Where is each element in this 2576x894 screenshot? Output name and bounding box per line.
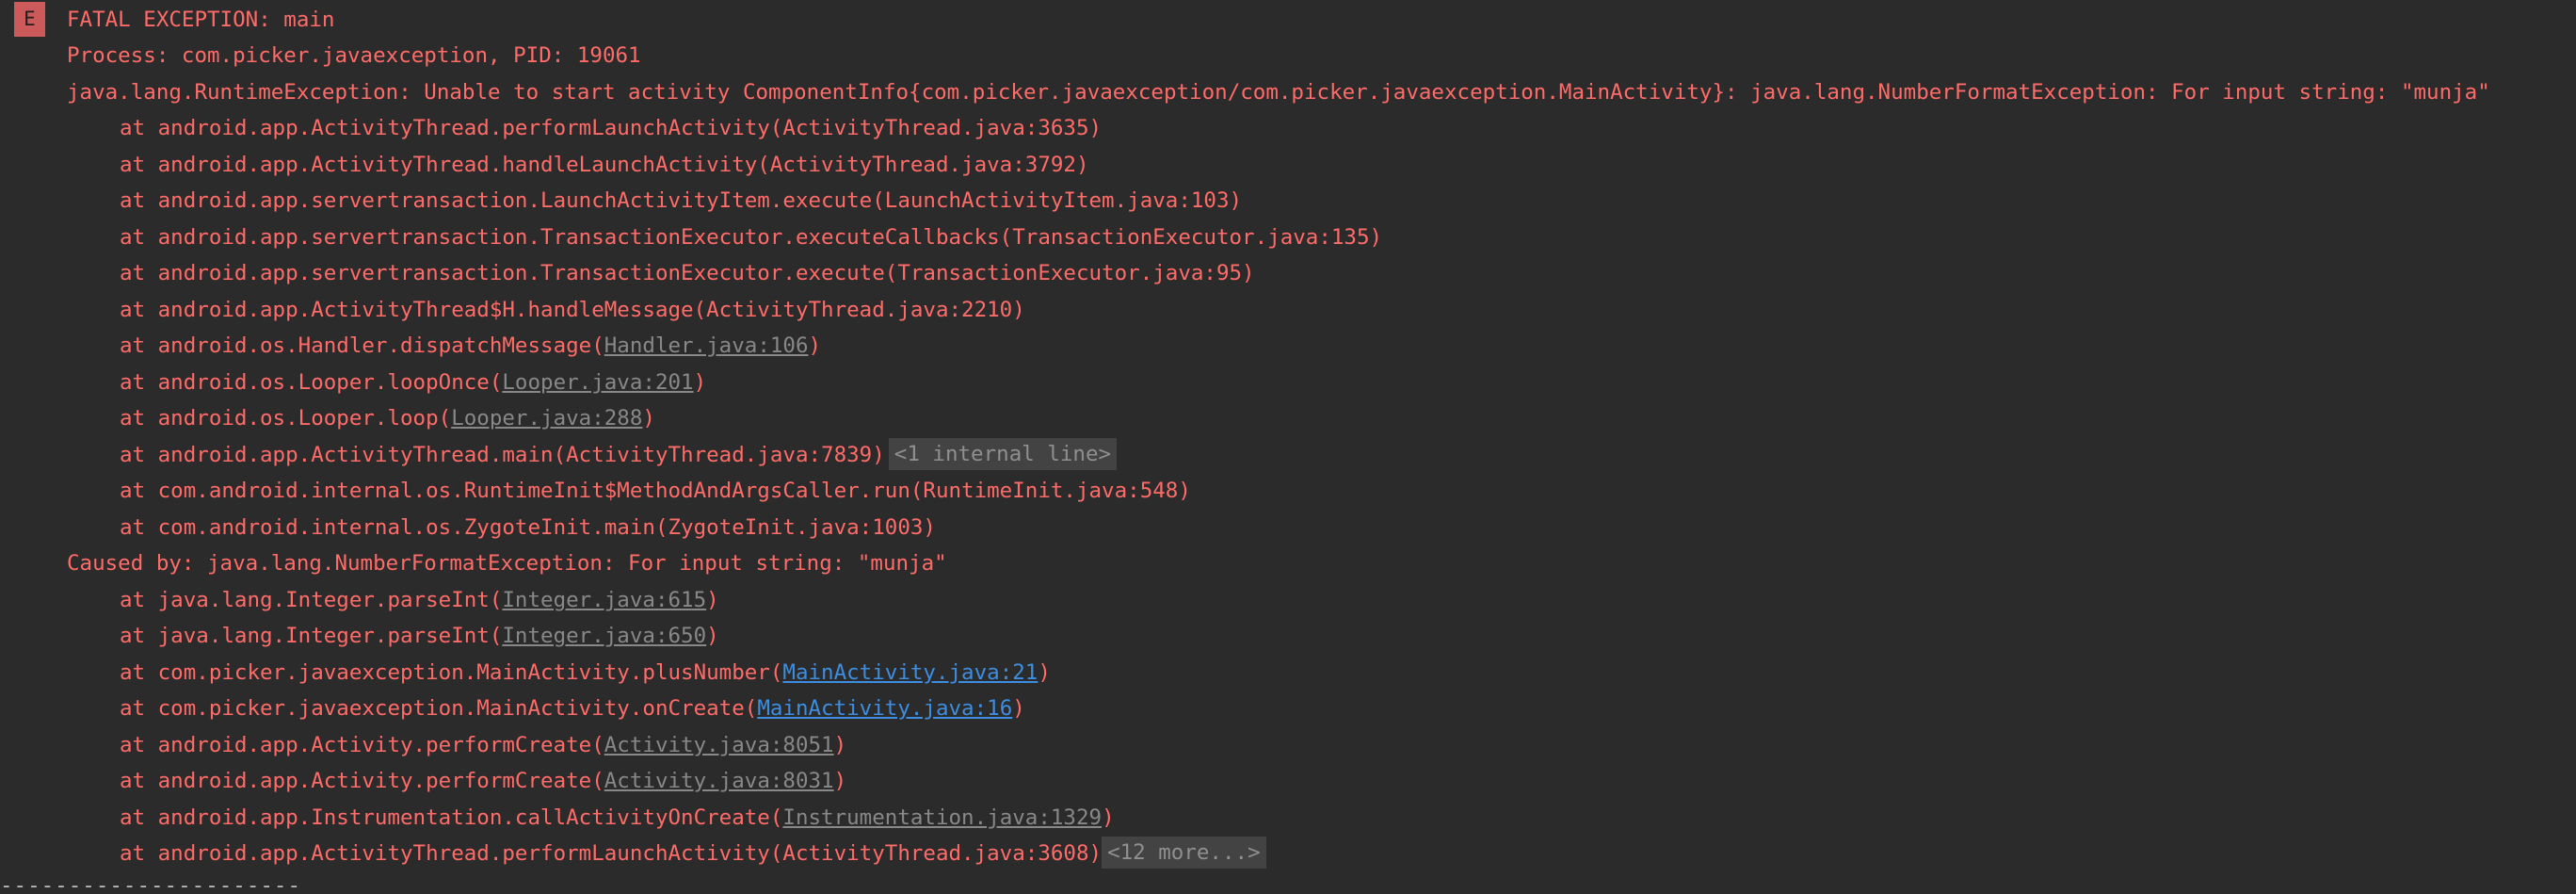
stack-frame: at android.app.ActivityThread.performLau… bbox=[120, 116, 1103, 140]
stack-frame: at android.app.servertransaction.LaunchA… bbox=[120, 188, 1243, 213]
file-link[interactable]: Integer.java:615 bbox=[502, 588, 706, 612]
process-line: Process: com.picker.javaexception, PID: … bbox=[67, 43, 641, 68]
source-link[interactable]: MainActivity.java:16 bbox=[757, 696, 1012, 721]
error-level-badge: E bbox=[14, 2, 45, 37]
logcat-console: E FATAL EXCEPTION: main Process: com.pic… bbox=[0, 0, 2576, 894]
stack-frame: at java.lang.Integer.parseInt(Integer.ja… bbox=[120, 624, 719, 648]
stack-frame: at android.app.Activity.performCreate(Ac… bbox=[120, 769, 847, 793]
stack-frame: at com.android.internal.os.RuntimeInit$M… bbox=[120, 479, 1191, 503]
more-frames-fold[interactable]: <12 more...> bbox=[1102, 837, 1266, 869]
caused-by-line: Caused by: java.lang.NumberFormatExcepti… bbox=[67, 551, 947, 576]
stack-frame: at android.os.Looper.loopOnce(Looper.jav… bbox=[120, 370, 707, 395]
stack-frame: at com.android.internal.os.ZygoteInit.ma… bbox=[120, 515, 936, 540]
file-link[interactable]: Handler.java:106 bbox=[604, 333, 809, 358]
stack-frame: at java.lang.Integer.parseInt(Integer.ja… bbox=[120, 588, 719, 612]
file-link[interactable]: Activity.java:8031 bbox=[604, 769, 834, 793]
stack-frame: at android.app.ActivityThread.main(Activ… bbox=[120, 437, 1118, 473]
stack-frame: at android.app.Instrumentation.callActiv… bbox=[120, 805, 1115, 830]
fatal-exception-header: FATAL EXCEPTION: main bbox=[67, 8, 335, 32]
file-link[interactable]: Looper.java:201 bbox=[502, 370, 693, 395]
stack-frame: at android.app.ActivityThread$H.handleMe… bbox=[120, 298, 1025, 322]
internal-lines-fold[interactable]: <1 internal line> bbox=[888, 438, 1118, 470]
stack-frame: at android.app.ActivityThread.handleLaun… bbox=[120, 153, 1089, 177]
separator-line: ---------------------- bbox=[0, 873, 302, 894]
stack-frame: at com.picker.javaexception.MainActivity… bbox=[120, 660, 1051, 685]
file-link[interactable]: Integer.java:650 bbox=[502, 624, 706, 648]
stack-frame: at android.app.ActivityThread.performLau… bbox=[120, 836, 1266, 871]
stack-frame: at android.app.servertransaction.Transac… bbox=[120, 261, 1255, 285]
exception-message: java.lang.RuntimeException: Unable to st… bbox=[67, 80, 2490, 105]
file-link[interactable]: Activity.java:8051 bbox=[604, 733, 834, 757]
file-link[interactable]: Looper.java:288 bbox=[451, 406, 642, 431]
stack-frame: at com.picker.javaexception.MainActivity… bbox=[120, 696, 1025, 721]
file-link[interactable]: Instrumentation.java:1329 bbox=[782, 805, 1102, 830]
stack-frame: at android.os.Handler.dispatchMessage(Ha… bbox=[120, 333, 822, 358]
stack-frame: at android.os.Looper.loop(Looper.java:28… bbox=[120, 406, 655, 431]
stack-frame: at android.app.servertransaction.Transac… bbox=[120, 225, 1383, 250]
source-link[interactable]: MainActivity.java:21 bbox=[782, 660, 1038, 685]
stack-frame: at android.app.Activity.performCreate(Ac… bbox=[120, 733, 847, 757]
